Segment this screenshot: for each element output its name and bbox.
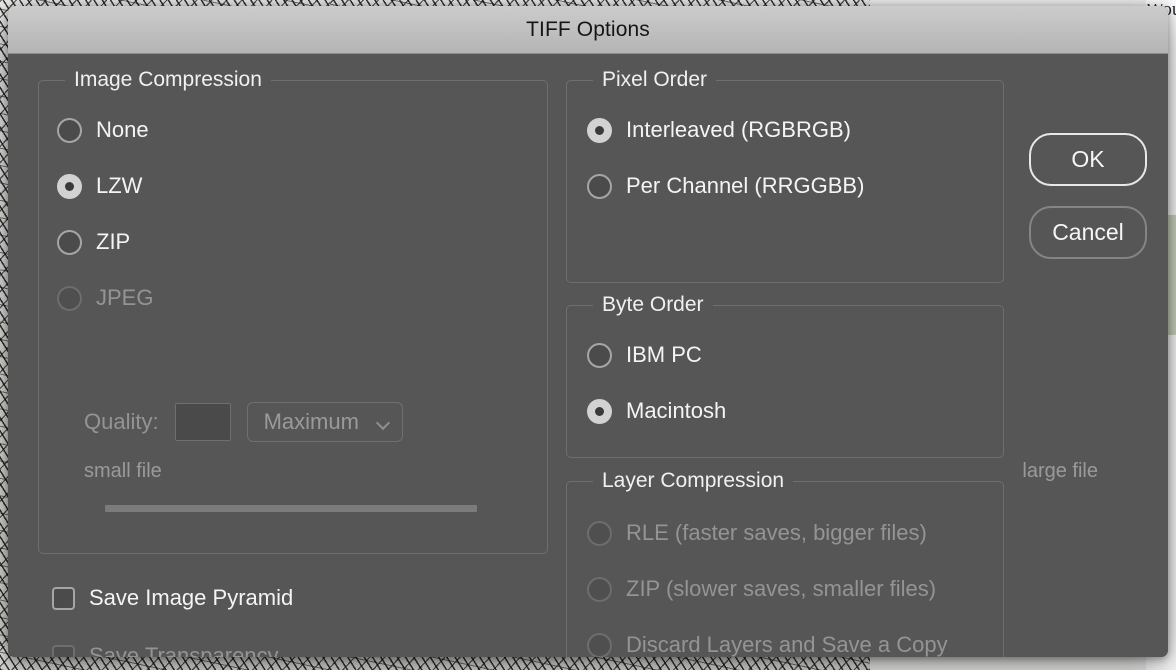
- radio-label: Discard Layers and Save a Copy: [626, 632, 948, 657]
- slider-max-label: large file: [1022, 460, 1098, 483]
- slider-min-label: small file: [84, 460, 162, 483]
- dialog-body: Image Compression None LZW ZIP JPEG: [8, 54, 1168, 657]
- radio-label: ZIP (slower saves, smaller files): [626, 576, 936, 602]
- dialog-title: TIFF Options: [526, 18, 650, 42]
- byte-order-group: Byte Order IBM PC Macintosh: [566, 305, 1004, 458]
- radio-label: Macintosh: [626, 398, 726, 424]
- radio-indicator: [57, 230, 82, 255]
- checkbox-save-image-pyramid[interactable]: Save Image Pyramid: [52, 585, 293, 611]
- byte-order-legend: Byte Order: [593, 293, 713, 317]
- quality-preset-select[interactable]: Maximum: [247, 402, 403, 442]
- radio-label: RLE (faster saves, bigger files): [626, 520, 927, 546]
- checkbox-save-transparency: Save Transparency: [52, 643, 279, 657]
- radio-label: JPEG: [96, 285, 153, 311]
- pixel-order-legend: Pixel Order: [593, 68, 716, 92]
- radio-indicator: [587, 399, 612, 424]
- radio-compression-none[interactable]: None: [57, 117, 149, 143]
- checkbox-label: Save Transparency: [89, 643, 279, 657]
- radio-label: None: [96, 117, 149, 143]
- radio-pixel-order-interleaved[interactable]: Interleaved (RGBRGB): [587, 117, 851, 143]
- layer-compression-group: Layer Compression RLE (faster saves, big…: [566, 481, 1004, 657]
- cancel-button[interactable]: Cancel: [1029, 206, 1147, 259]
- radio-indicator: [587, 633, 612, 658]
- radio-label: ZIP: [96, 229, 130, 255]
- radio-byte-order-ibm-pc[interactable]: IBM PC: [587, 342, 702, 368]
- quality-slider[interactable]: [105, 505, 477, 512]
- radio-indicator: [587, 521, 612, 546]
- radio-indicator: [57, 118, 82, 143]
- radio-label: Interleaved (RGBRGB): [626, 117, 851, 143]
- radio-label: IBM PC: [626, 342, 702, 368]
- radio-label: LZW: [96, 173, 142, 199]
- radio-byte-order-macintosh[interactable]: Macintosh: [587, 398, 726, 424]
- dialog-titlebar: TIFF Options: [8, 6, 1168, 54]
- pixel-order-group: Pixel Order Interleaved (RGBRGB) Per Cha…: [566, 80, 1004, 283]
- radio-compression-jpeg: JPEG: [57, 285, 153, 311]
- radio-compression-lzw[interactable]: LZW: [57, 173, 142, 199]
- radio-indicator: [587, 343, 612, 368]
- quality-input[interactable]: [175, 403, 231, 441]
- checkbox-indicator: [52, 645, 75, 658]
- radio-layer-compression-zip: ZIP (slower saves, smaller files): [587, 576, 936, 602]
- quality-label: Quality:: [84, 409, 159, 435]
- radio-indicator: [57, 286, 82, 311]
- radio-layer-compression-rle: RLE (faster saves, bigger files): [587, 520, 927, 546]
- checkbox-indicator: [52, 587, 75, 610]
- radio-label: Per Channel (RRGGBB): [626, 173, 864, 199]
- radio-layer-compression-discard: Discard Layers and Save a Copy: [587, 632, 948, 657]
- checkbox-label: Save Image Pyramid: [89, 585, 293, 611]
- image-compression-legend: Image Compression: [65, 68, 271, 92]
- quality-preset-value: Maximum: [264, 409, 359, 435]
- ok-button[interactable]: OK: [1029, 133, 1147, 186]
- radio-compression-zip[interactable]: ZIP: [57, 229, 130, 255]
- radio-indicator: [587, 118, 612, 143]
- screen: Would a m y e TIFF Options Image Compres…: [0, 0, 1176, 670]
- chevron-down-icon: [377, 418, 390, 426]
- radio-indicator: [57, 174, 82, 199]
- layer-compression-legend: Layer Compression: [593, 469, 793, 493]
- radio-indicator: [587, 174, 612, 199]
- radio-indicator: [587, 577, 612, 602]
- jpeg-quality-row: Quality: Maximum: [84, 402, 403, 442]
- radio-pixel-order-per-channel[interactable]: Per Channel (RRGGBB): [587, 173, 864, 199]
- tiff-options-dialog: TIFF Options Image Compression None LZW …: [8, 6, 1168, 657]
